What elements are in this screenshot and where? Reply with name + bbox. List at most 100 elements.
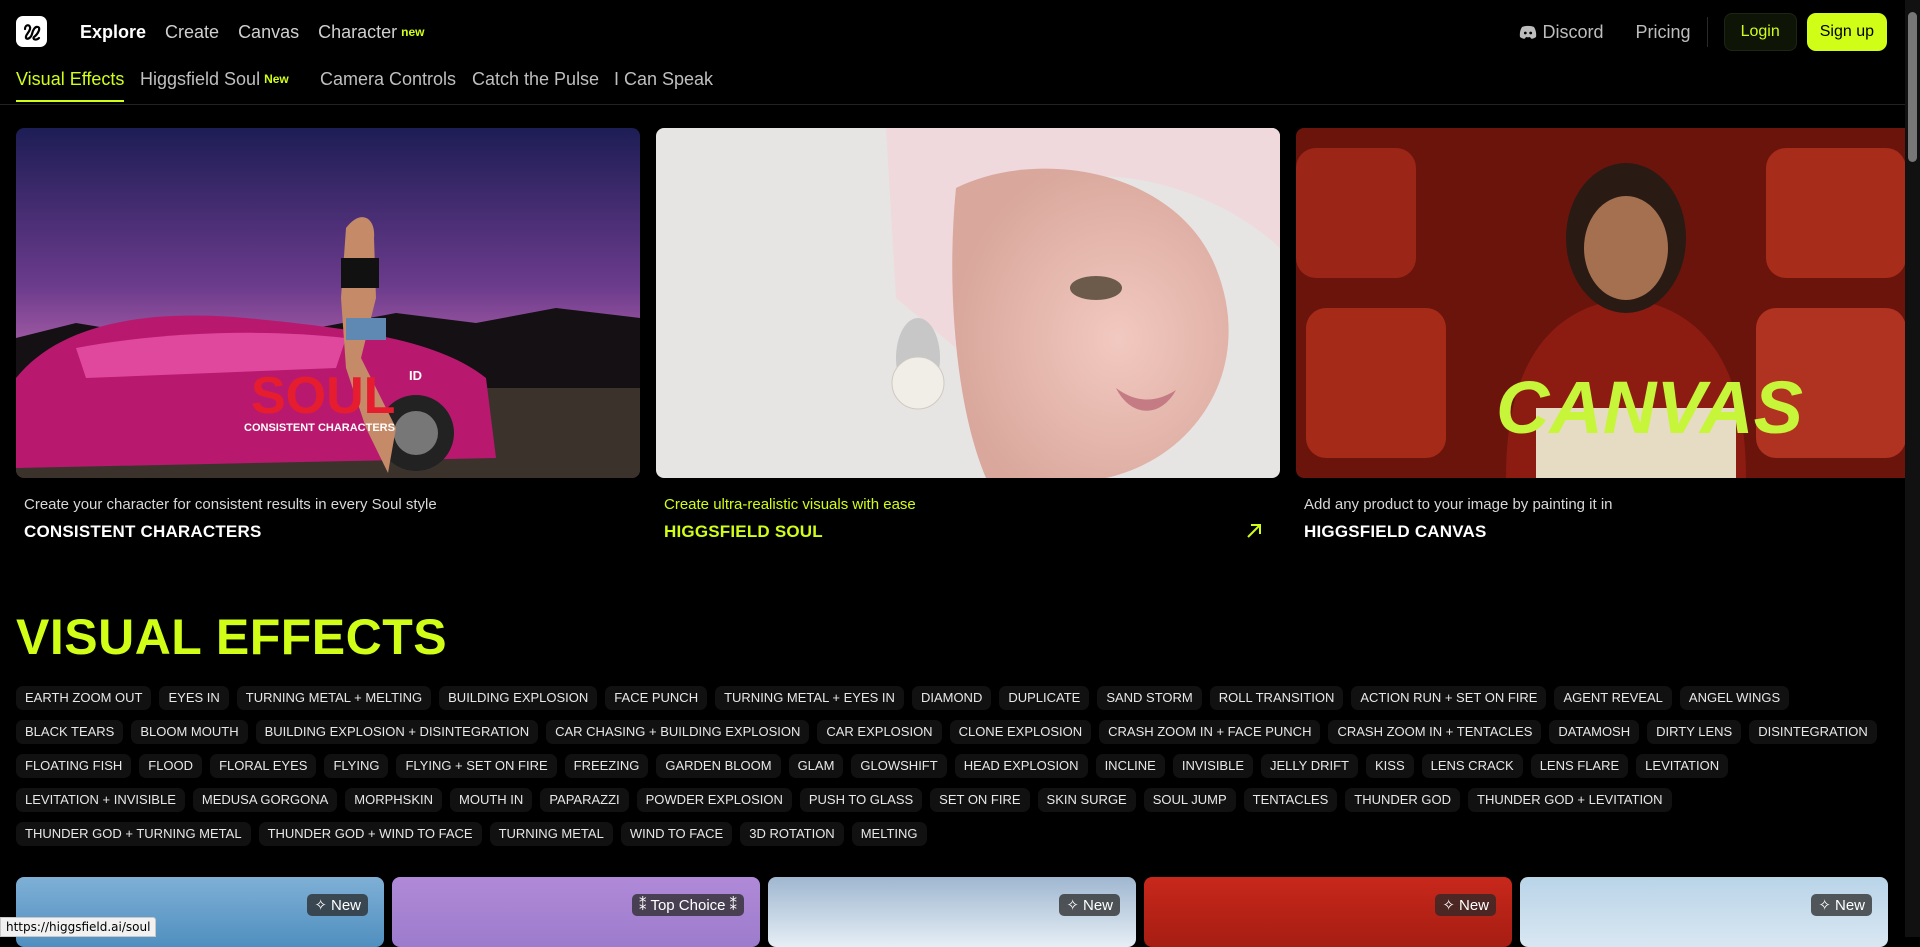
card-badge-label: Top Choice <box>650 896 726 914</box>
status-bar-url: https://higgsfield.ai/soul <box>0 917 157 937</box>
effect-chip[interactable]: TURNING METAL <box>489 822 613 846</box>
effect-chip[interactable]: TENTACLES <box>1243 788 1338 812</box>
login-button[interactable]: Login <box>1723 13 1797 51</box>
page-scrollbar[interactable] <box>1905 0 1920 937</box>
effect-chip[interactable]: PUSH TO GLASS <box>799 788 923 812</box>
effect-chip[interactable]: FLOOD <box>139 754 203 778</box>
effect-chip[interactable]: DIAMOND <box>911 686 992 710</box>
effect-chip[interactable]: BUILDING EXPLOSION <box>439 686 598 710</box>
effect-chip[interactable]: BLOOM MOUTH <box>131 720 248 744</box>
hero-title[interactable]: CONSISTENT CHARACTERS <box>24 522 262 542</box>
effect-chip[interactable]: 3D ROTATION <box>740 822 844 846</box>
feature-tabs: Visual Effects Higgsfield Soul New Camera… <box>0 62 1905 105</box>
scrollbar-thumb[interactable] <box>1908 12 1917 162</box>
hero-card-higgsfield-soul[interactable] <box>656 128 1280 478</box>
effect-chip[interactable]: THUNDER GOD + LEVITATION <box>1468 788 1672 812</box>
effect-chip[interactable]: DIRTY LENS <box>1647 720 1742 744</box>
effect-chip[interactable]: FLYING <box>324 754 389 778</box>
soul-overlay-id: ID <box>409 368 422 383</box>
effect-chip[interactable]: SKIN SURGE <box>1037 788 1136 812</box>
effect-chip[interactable]: PAPARAZZI <box>540 788 629 812</box>
effect-chip[interactable]: THUNDER GOD + WIND TO FACE <box>258 822 482 846</box>
card-badge-label: New <box>1458 896 1489 914</box>
effect-chip[interactable]: LENS FLARE <box>1530 754 1629 778</box>
main-nav: Explore Create Canvas Character new <box>80 20 443 44</box>
effect-chip[interactable]: HEAD EXPLOSION <box>954 754 1088 778</box>
effect-chip[interactable]: FLOATING FISH <box>16 754 132 778</box>
effect-chip[interactable]: ACTION RUN + SET ON FIRE <box>1351 686 1547 710</box>
new-badge: ✧ New <box>1435 894 1496 916</box>
effect-chip[interactable]: DISINTEGRATION <box>1749 720 1877 744</box>
effect-chip[interactable]: CAR EXPLOSION <box>817 720 942 744</box>
effect-chip[interactable]: CRASH ZOOM IN + TENTACLES <box>1328 720 1542 744</box>
tab-higgsfield-soul-label: Higgsfield Soul <box>140 69 261 89</box>
higgsfield-logo-icon[interactable] <box>16 16 47 47</box>
effect-chip[interactable]: SAND STORM <box>1097 686 1202 710</box>
effect-chip[interactable]: WIND TO FACE <box>620 822 733 846</box>
effect-chip[interactable]: LENS CRACK <box>1421 754 1523 778</box>
tab-i-can-speak[interactable]: I Can Speak <box>614 66 713 100</box>
effect-chip[interactable]: FLYING + SET ON FIRE <box>396 754 557 778</box>
effect-chip[interactable]: LEVITATION + INVISIBLE <box>16 788 185 812</box>
effect-chip[interactable]: ANGEL WINGS <box>1679 686 1790 710</box>
discord-icon <box>1519 25 1536 39</box>
effect-chip[interactable]: GLOWSHIFT <box>851 754 947 778</box>
new-badge: New <box>264 72 289 86</box>
effect-chip[interactable]: THUNDER GOD + TURNING METAL <box>16 822 251 846</box>
effect-chip[interactable]: GARDEN BLOOM <box>656 754 781 778</box>
effect-chip[interactable]: JELLY DRIFT <box>1261 754 1358 778</box>
effect-chip[interactable]: LEVITATION <box>1636 754 1729 778</box>
nav-character[interactable]: Character new <box>318 20 424 44</box>
effect-chip[interactable]: CLONE EXPLOSION <box>949 720 1092 744</box>
tab-catch-the-pulse[interactable]: Catch the Pulse <box>472 66 599 100</box>
soul-overlay-caption: CONSISTENT CHARACTERS <box>244 422 395 434</box>
tab-camera-controls[interactable]: Camera Controls <box>320 66 456 100</box>
effect-chip[interactable]: FLORAL EYES <box>210 754 317 778</box>
effect-chip[interactable]: MOUTH IN <box>450 788 533 812</box>
discord-link[interactable]: Discord <box>1519 22 1604 43</box>
sparkle-icon: ✧ <box>1818 897 1831 914</box>
effect-chip[interactable]: GLAM <box>788 754 844 778</box>
effect-chip[interactable]: INVISIBLE <box>1172 754 1253 778</box>
new-badge: ✧ New <box>1059 894 1120 916</box>
signup-button[interactable]: Sign up <box>1806 13 1887 51</box>
new-badge: ✧ New <box>307 894 368 916</box>
effect-chip[interactable]: CRASH ZOOM IN + FACE PUNCH <box>1099 720 1321 744</box>
effect-chip[interactable]: EYES IN <box>159 686 229 710</box>
hero-title[interactable]: HIGGSFIELD SOUL <box>664 522 823 542</box>
nav-explore[interactable]: Explore <box>80 20 146 44</box>
effect-chip[interactable]: AGENT REVEAL <box>1554 686 1672 710</box>
effect-chip[interactable]: SET ON FIRE <box>930 788 1030 812</box>
effect-chip[interactable]: DUPLICATE <box>999 686 1090 710</box>
nav-create[interactable]: Create <box>165 20 219 44</box>
effect-chip[interactable]: THUNDER GOD <box>1345 788 1461 812</box>
tab-visual-effects[interactable]: Visual Effects <box>16 66 125 102</box>
pricing-link[interactable]: Pricing <box>1636 22 1691 43</box>
hero-card-higgsfield-canvas[interactable]: CANVAS <box>1296 128 1906 478</box>
effect-chip[interactable]: MELTING <box>851 822 927 846</box>
tab-higgsfield-soul[interactable]: Higgsfield Soul New <box>140 66 289 100</box>
effect-chip[interactable]: BUILDING EXPLOSION + DISINTEGRATION <box>255 720 539 744</box>
effect-chip[interactable]: TURNING METAL + EYES IN <box>715 686 904 710</box>
effect-chip[interactable]: FREEZING <box>564 754 649 778</box>
effect-chip[interactable]: MEDUSA GORGONA <box>192 788 338 812</box>
hero-card-consistent-characters[interactable]: SOUL ID CONSISTENT CHARACTERS <box>16 128 640 478</box>
effect-chip[interactable]: DATAMOSH <box>1549 720 1640 744</box>
effect-chip[interactable]: FACE PUNCH <box>605 686 708 710</box>
effect-chip[interactable]: EARTH ZOOM OUT <box>16 686 152 710</box>
arrow-up-right-icon[interactable] <box>1245 522 1263 540</box>
effect-chip[interactable]: ROLL TRANSITION <box>1209 686 1344 710</box>
hero-title[interactable]: HIGGSFIELD CANVAS <box>1304 522 1487 542</box>
sparkle-icon: ✧ <box>314 897 327 914</box>
effect-chip[interactable]: INCLINE <box>1095 754 1165 778</box>
effect-chip[interactable]: MORPHSKIN <box>345 788 443 812</box>
effect-chip[interactable]: BLACK TEARS <box>16 720 124 744</box>
effect-chip[interactable]: POWDER EXPLOSION <box>636 788 792 812</box>
new-badge: ✧ New <box>1811 894 1872 916</box>
effects-chip-list: EARTH ZOOM OUT EYES IN TURNING METAL + MEL… <box>16 686 1886 846</box>
nav-canvas[interactable]: Canvas <box>238 20 299 44</box>
effect-chip[interactable]: CAR CHASING + BUILDING EXPLOSION <box>546 720 810 744</box>
effect-chip[interactable]: SOUL JUMP <box>1143 788 1236 812</box>
effect-chip[interactable]: KISS <box>1365 754 1414 778</box>
effect-chip[interactable]: TURNING METAL + MELTING <box>236 686 432 710</box>
